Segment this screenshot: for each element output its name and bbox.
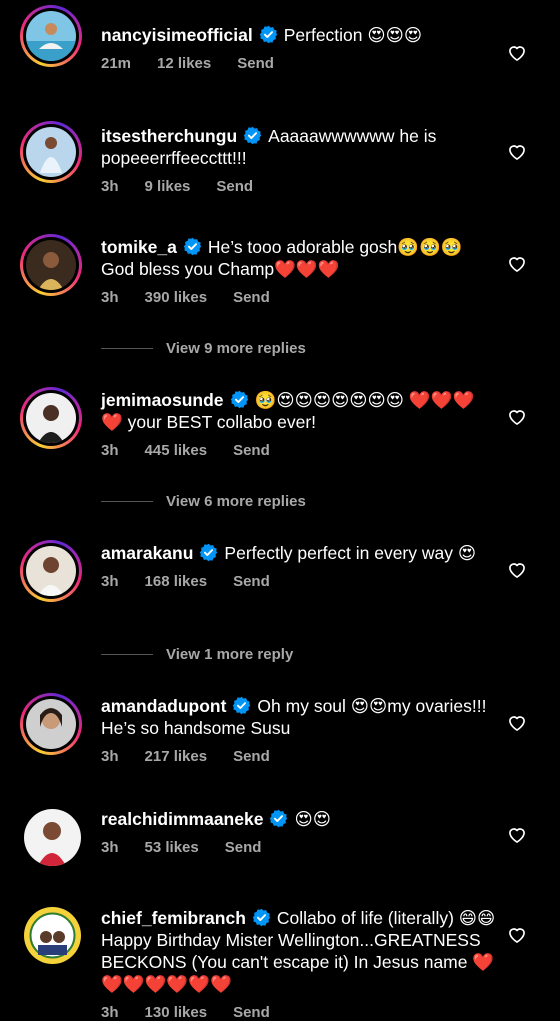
reply-button[interactable]: Send bbox=[233, 289, 270, 306]
comment-username[interactable]: realchidimmaaneke bbox=[101, 809, 263, 829]
avatar[interactable] bbox=[20, 387, 82, 449]
avatar[interactable] bbox=[20, 5, 82, 67]
likes-count[interactable]: 390 likes bbox=[145, 289, 208, 306]
comment-time: 3h bbox=[101, 178, 119, 195]
comment-time: 3h bbox=[101, 442, 119, 459]
comment-username[interactable]: tomike_a bbox=[101, 237, 177, 257]
heart-outline-icon[interactable] bbox=[507, 254, 527, 274]
verified-badge-icon bbox=[230, 390, 249, 409]
avatar[interactable] bbox=[20, 693, 82, 755]
view-more-replies[interactable]: View 1 more reply bbox=[101, 644, 293, 664]
comment-username[interactable]: nancyisimeofficial bbox=[101, 25, 253, 45]
comment-time: 3h bbox=[101, 748, 119, 765]
verified-badge-icon bbox=[259, 25, 278, 44]
heart-outline-icon[interactable] bbox=[507, 825, 527, 845]
reply-button[interactable]: Send bbox=[233, 573, 270, 590]
heart-outline-icon[interactable] bbox=[507, 43, 527, 63]
reply-button[interactable]: Send bbox=[233, 442, 270, 459]
avatar[interactable] bbox=[20, 540, 82, 602]
verified-badge-icon bbox=[269, 809, 288, 828]
view-more-replies-label[interactable]: View 9 more replies bbox=[166, 340, 306, 357]
avatar[interactable] bbox=[20, 234, 82, 296]
avatar[interactable] bbox=[24, 907, 81, 964]
comment-text: Perfection 😍😍😍 bbox=[283, 25, 423, 45]
comment-text: Perfectly perfect in every way 😍 bbox=[224, 543, 477, 563]
heart-outline-icon[interactable] bbox=[507, 713, 527, 733]
avatar[interactable] bbox=[24, 809, 81, 866]
verified-badge-icon bbox=[183, 237, 202, 256]
heart-outline-icon[interactable] bbox=[507, 925, 527, 945]
comment-username[interactable]: itsestherchungu bbox=[101, 126, 237, 146]
likes-count[interactable]: 168 likes bbox=[145, 573, 208, 590]
view-more-replies-label[interactable]: View 1 more reply bbox=[166, 646, 293, 663]
comment-username[interactable]: chief_femibranch bbox=[101, 908, 246, 928]
verified-badge-icon bbox=[252, 908, 271, 927]
reply-button[interactable]: Send bbox=[225, 839, 262, 856]
comment-username[interactable]: amandadupont bbox=[101, 696, 226, 716]
verified-badge-icon bbox=[232, 696, 251, 715]
comment-time: 21m bbox=[101, 55, 132, 72]
comment-username[interactable]: amarakanu bbox=[101, 543, 193, 563]
comment-text: 😍😍 bbox=[294, 809, 331, 829]
likes-count[interactable]: 12 likes bbox=[157, 55, 211, 72]
comment-time: 3h bbox=[101, 1004, 119, 1021]
likes-count[interactable]: 445 likes bbox=[145, 442, 208, 459]
heart-outline-icon[interactable] bbox=[507, 142, 527, 162]
avatar[interactable] bbox=[20, 121, 82, 183]
reply-button[interactable]: Send bbox=[233, 1004, 270, 1021]
heart-outline-icon[interactable] bbox=[507, 560, 527, 580]
likes-count[interactable]: 217 likes bbox=[145, 748, 208, 765]
view-more-replies[interactable]: View 6 more replies bbox=[101, 491, 306, 511]
reply-button[interactable]: Send bbox=[216, 178, 253, 195]
comment-time: 3h bbox=[101, 839, 119, 856]
likes-count[interactable]: 9 likes bbox=[145, 178, 191, 195]
heart-outline-icon[interactable] bbox=[507, 407, 527, 427]
verified-badge-icon bbox=[199, 543, 218, 562]
comment-username[interactable]: jemimaosunde bbox=[101, 390, 224, 410]
comment-time: 3h bbox=[101, 573, 119, 590]
view-more-replies[interactable]: View 9 more replies bbox=[101, 338, 306, 358]
likes-count[interactable]: 53 likes bbox=[145, 839, 199, 856]
reply-button[interactable]: Send bbox=[233, 748, 270, 765]
view-more-replies-label[interactable]: View 6 more replies bbox=[166, 493, 306, 510]
comment-time: 3h bbox=[101, 289, 119, 306]
verified-badge-icon bbox=[243, 126, 262, 145]
reply-button[interactable]: Send bbox=[237, 55, 274, 72]
likes-count[interactable]: 130 likes bbox=[145, 1004, 208, 1021]
